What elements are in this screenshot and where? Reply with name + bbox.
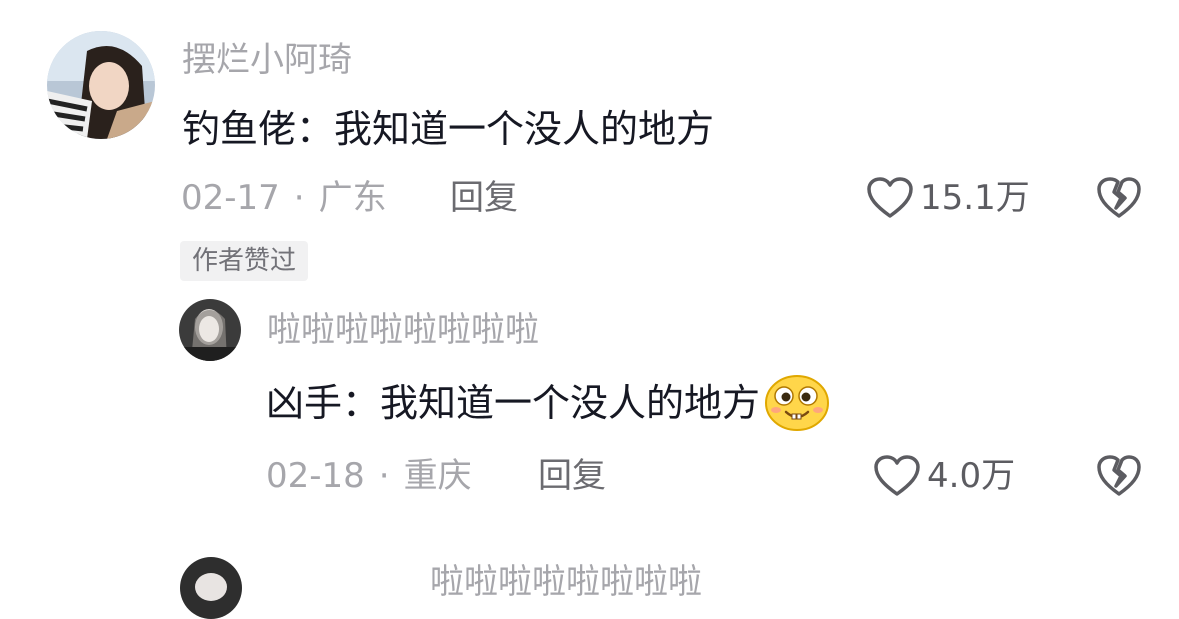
comment-text: 凶手：我知道一个没人的地方	[266, 374, 830, 432]
avatar-image	[180, 557, 242, 619]
meta-separator: ·	[293, 178, 305, 218]
username[interactable]: 摆烂小阿琦	[182, 38, 352, 82]
like-count: 15.1万	[920, 178, 1030, 218]
meta-separator: ·	[378, 456, 390, 496]
comment-text: 钓鱼佬：我知道一个没人的地方	[182, 104, 714, 154]
grinning-emoji-icon	[764, 374, 830, 432]
broken-heart-icon	[1097, 455, 1141, 496]
like-button[interactable]: 15.1万	[866, 174, 1030, 222]
dislike-button[interactable]	[1096, 176, 1142, 220]
comment-location: 广东	[318, 178, 387, 218]
avatar-comment-1[interactable]	[47, 31, 155, 139]
author-liked-badge: 作者赞过	[180, 241, 309, 281]
username[interactable]: 啦啦啦啦啦啦啦啦	[430, 560, 702, 604]
reply-button[interactable]: 回复	[450, 176, 518, 220]
heart-icon	[874, 455, 920, 496]
avatar-comment-2[interactable]	[179, 299, 241, 361]
avatar-image	[47, 31, 155, 139]
comment-date: 02-18	[266, 456, 365, 496]
heart-icon	[867, 177, 913, 218]
comment-meta: 02-18 · 重庆	[266, 454, 472, 498]
comment-location: 重庆	[403, 456, 472, 496]
avatar-image	[179, 299, 241, 361]
reply-button[interactable]: 回复	[538, 454, 606, 498]
username[interactable]: 啦啦啦啦啦啦啦啦	[267, 308, 539, 352]
broken-heart-icon	[1097, 177, 1141, 218]
comment-text-content: 钓鱼佬：我知道一个没人的地方	[182, 107, 715, 151]
comment-text-content: 凶手：我知道一个没人的地方	[266, 381, 761, 425]
comment-meta: 02-17 · 广东	[181, 176, 387, 220]
dislike-button[interactable]	[1096, 454, 1142, 498]
avatar-comment-3[interactable]	[180, 557, 242, 619]
like-count: 4.0万	[927, 456, 1016, 496]
like-button[interactable]: 4.0万	[873, 452, 1015, 500]
comment-date: 02-17	[181, 178, 280, 218]
